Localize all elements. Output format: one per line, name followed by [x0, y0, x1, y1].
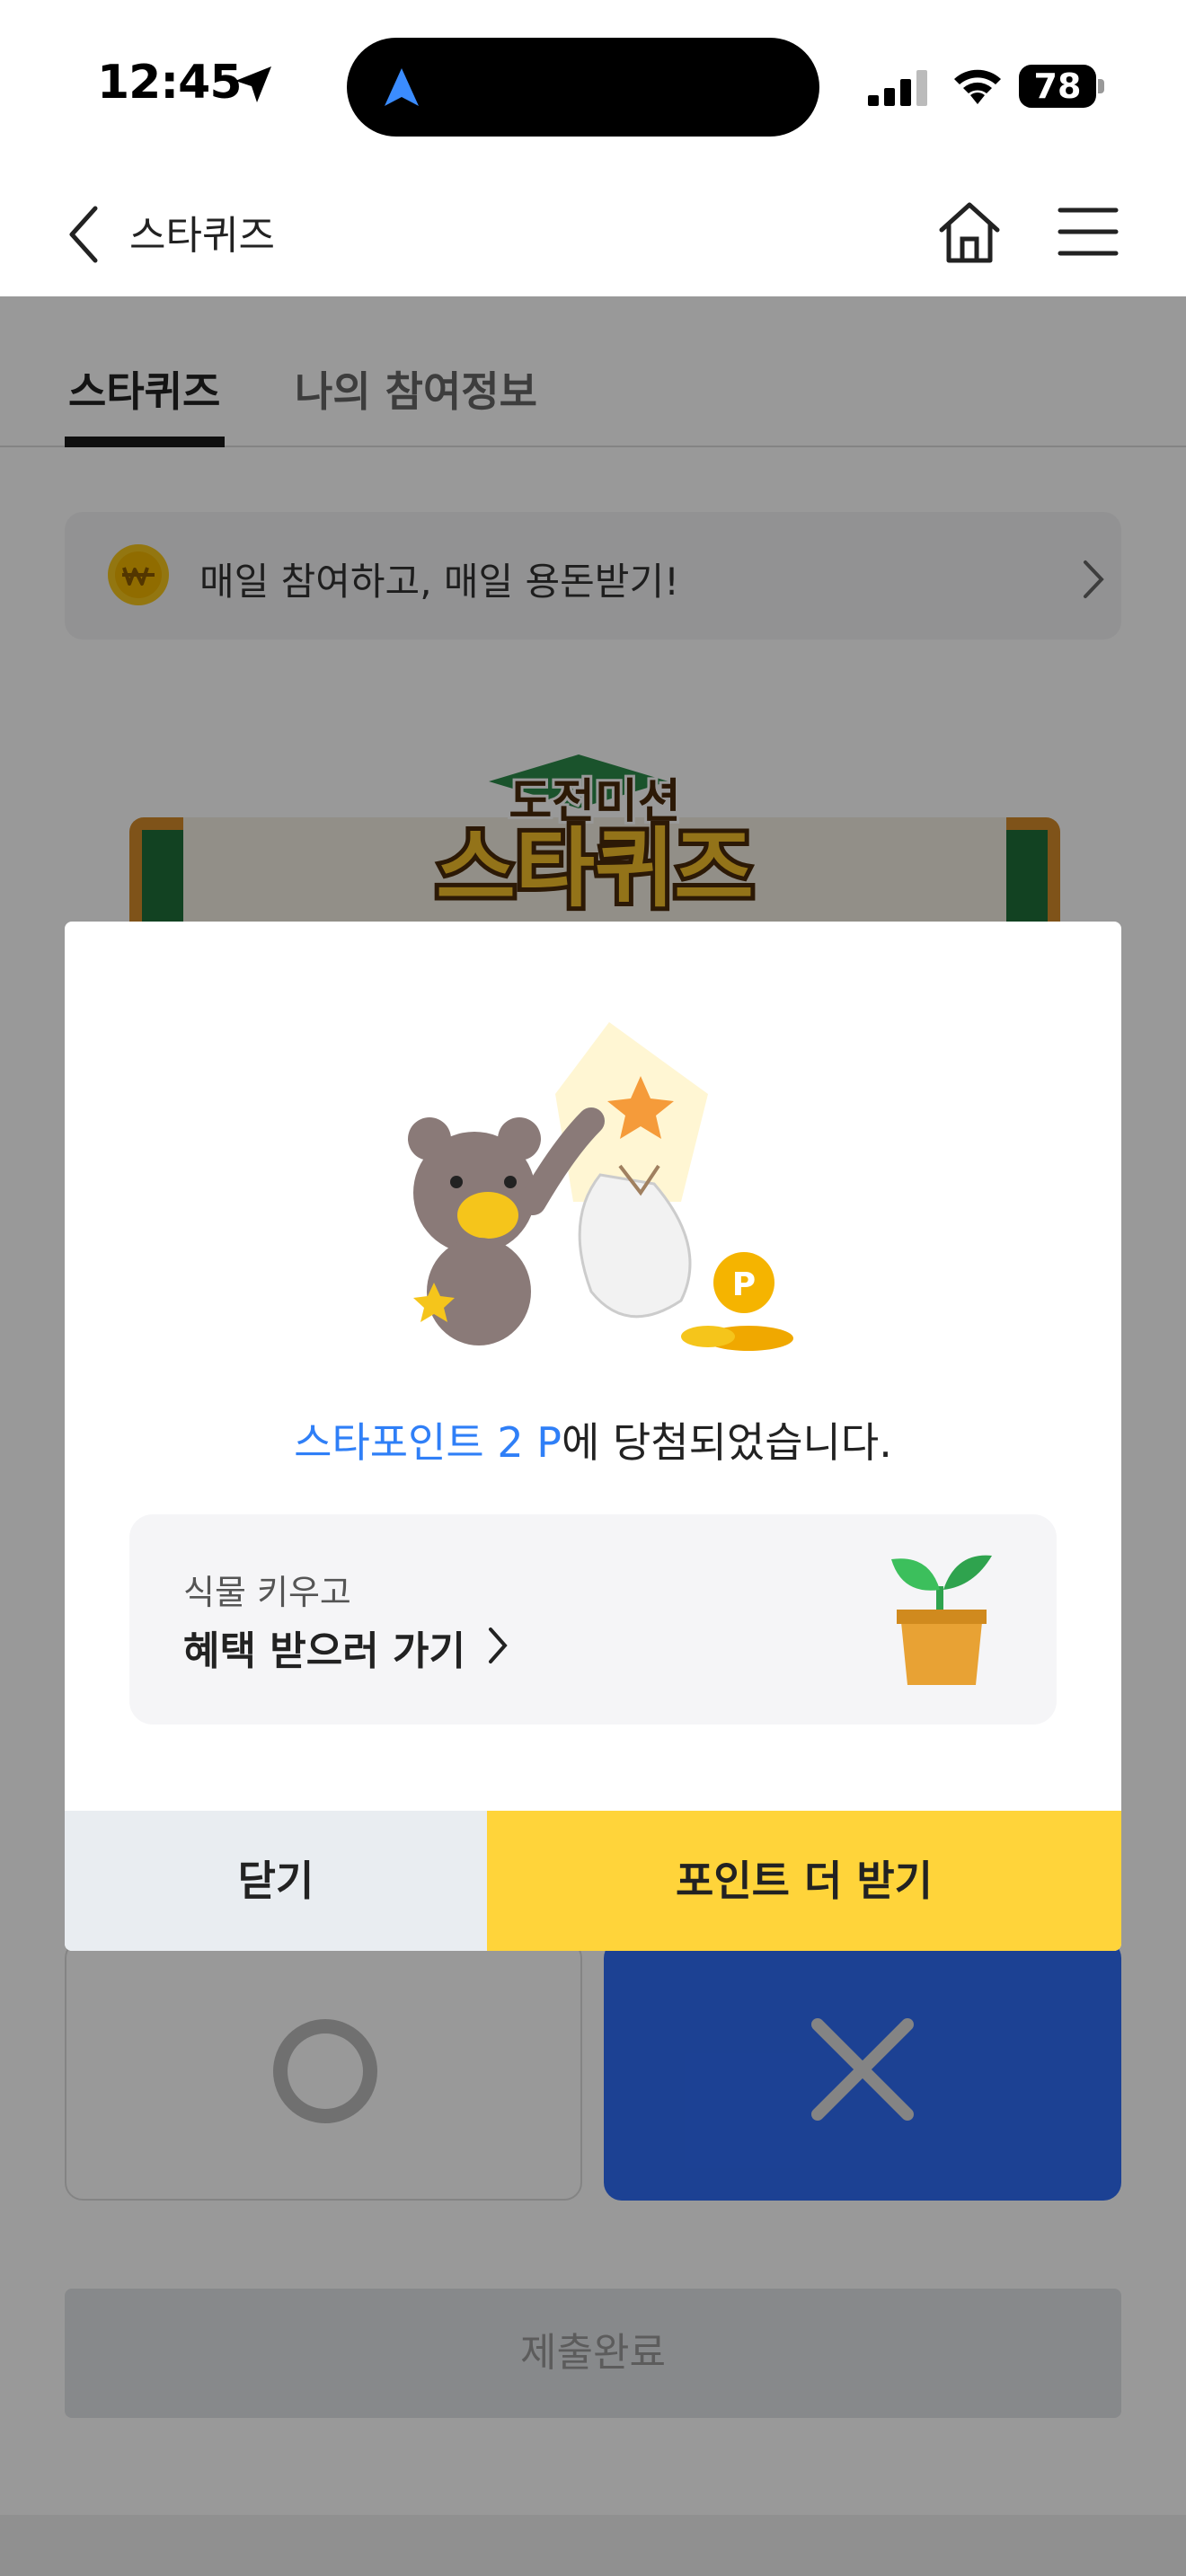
reward-amount: 스타포인트 2 P — [294, 1418, 562, 1467]
wifi-icon — [954, 69, 1001, 104]
promo-title: 혜택 받으러 가기 — [183, 1628, 465, 1674]
battery-icon: 78 — [1019, 65, 1105, 108]
battery-level: 78 — [1019, 65, 1096, 108]
home-icon[interactable] — [934, 198, 1005, 268]
reward-message: 스타포인트 2 P에 당첨되었습니다. — [65, 1410, 1121, 1469]
back-chevron-icon[interactable] — [63, 203, 108, 266]
page-title: 스타퀴즈 — [129, 213, 275, 259]
hamburger-menu-icon[interactable] — [1057, 203, 1120, 260]
get-more-points-button[interactable]: 포인트 더 받기 — [487, 1811, 1121, 1951]
sprout-pot-icon — [891, 1555, 992, 1685]
svg-text:P: P — [732, 1266, 756, 1303]
location-arrow-icon — [235, 66, 271, 102]
bear-reward-illustration: P — [408, 1022, 793, 1351]
chevron-right-icon — [489, 1628, 508, 1663]
app-header: 스타퀴즈 — [0, 171, 1186, 296]
status-time: 12:45 — [97, 56, 243, 110]
status-bar: 12:45 78 — [0, 0, 1186, 171]
navigation-arrow-icon — [385, 68, 419, 106]
plant-promo-card[interactable]: 식물 키우고 혜택 받으러 가기 — [129, 1514, 1057, 1725]
close-button[interactable]: 닫기 — [65, 1811, 487, 1951]
reward-modal: P 스타포인트 2 P에 당첨되었습니다. 식물 키우고 혜택 받으러 가기 닫… — [65, 922, 1121, 1951]
dynamic-island — [347, 38, 819, 137]
reward-message-text: 에 당첨되었습니다. — [562, 1418, 892, 1467]
promo-subtitle: 식물 키우고 — [183, 1573, 351, 1612]
battery-tip — [1098, 79, 1104, 93]
cellular-signal-icon — [868, 70, 927, 106]
